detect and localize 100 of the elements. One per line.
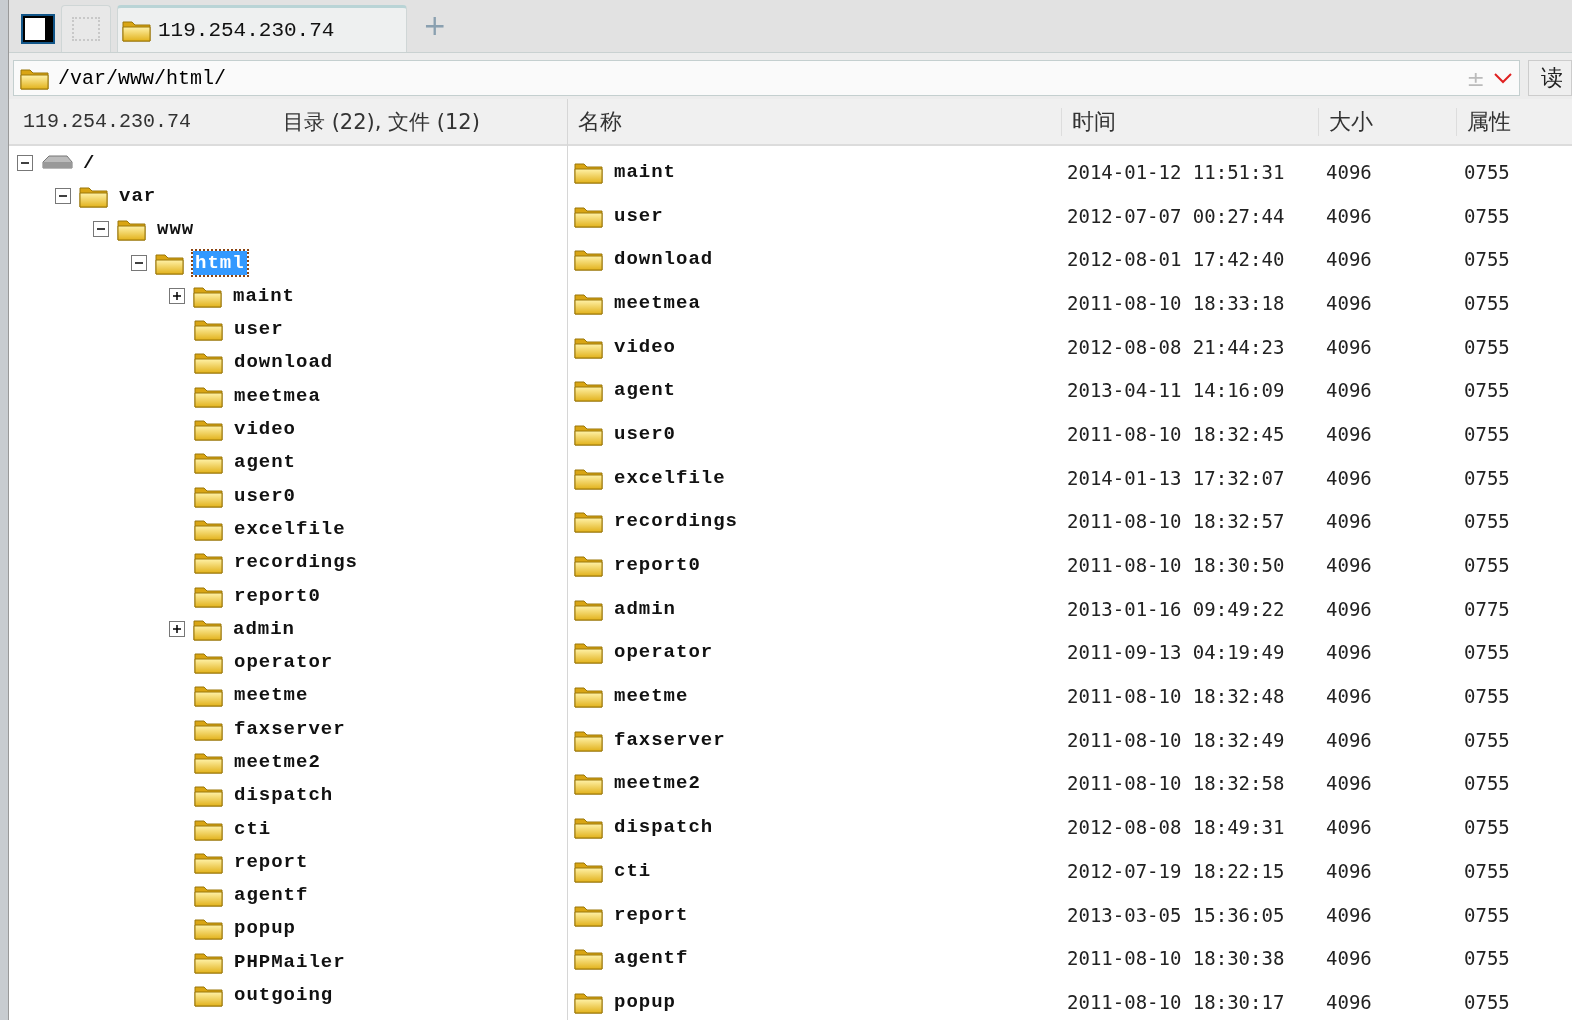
address-field[interactable]: /var/www/html/ ±	[13, 60, 1520, 96]
tree-item[interactable]: meetme	[232, 683, 311, 708]
tree-item[interactable]: PHPMailer	[232, 949, 348, 974]
collapse-toggle-icon[interactable]	[93, 221, 109, 238]
blank-page-icon	[72, 17, 100, 41]
table-cell: 2011-08-10 18:32:45	[1067, 422, 1285, 445]
collapse-toggle-icon[interactable]	[131, 254, 147, 271]
collapse-toggle-icon[interactable]	[17, 154, 33, 171]
table-cell: 0755	[1464, 859, 1510, 882]
column-header[interactable]: 时间	[1072, 106, 1116, 137]
tree-item[interactable]: user	[232, 317, 286, 342]
file-name[interactable]: meetme	[614, 685, 689, 708]
table-cell: 2012-08-08 18:49:31	[1067, 816, 1285, 839]
table-cell: 4096	[1326, 728, 1372, 751]
tree-item[interactable]: admin	[231, 616, 297, 641]
folder-icon	[117, 217, 147, 242]
tree-item[interactable]: agentf	[232, 883, 311, 908]
tree-item[interactable]: user0	[232, 483, 298, 508]
file-name[interactable]: admin	[614, 597, 676, 620]
column-header[interactable]: 属性	[1467, 106, 1511, 137]
table-cell: 4096	[1326, 335, 1372, 358]
table-cell: 4096	[1326, 903, 1372, 926]
table-cell: 4096	[1326, 597, 1372, 620]
file-name[interactable]: report	[614, 903, 689, 926]
tree-item[interactable]: recordings	[232, 550, 361, 575]
file-name[interactable]: recordings	[614, 510, 739, 533]
table-cell: 4096	[1326, 685, 1372, 708]
tree-item[interactable]: www	[155, 217, 197, 242]
table-cell: 0755	[1464, 510, 1510, 533]
expand-toggle-icon[interactable]	[169, 620, 185, 637]
folder-icon	[574, 378, 604, 403]
file-name[interactable]: meetmea	[614, 291, 701, 314]
file-name[interactable]: dispatch	[614, 816, 714, 839]
table-cell: 2012-07-19 18:22:15	[1067, 859, 1285, 882]
table-cell: 0755	[1464, 248, 1510, 271]
file-name[interactable]: agentf	[614, 947, 689, 970]
folder-icon	[574, 684, 604, 709]
table-cell: 0755	[1464, 903, 1510, 926]
table-cell: 0755	[1464, 990, 1510, 1013]
tree-item[interactable]: operator	[232, 650, 336, 675]
tree-item[interactable]: report0	[232, 583, 323, 608]
tree-item[interactable]: maint	[231, 283, 297, 308]
table-cell: 0755	[1464, 466, 1510, 489]
table-cell: 4096	[1326, 204, 1372, 227]
table-cell: 2014-01-13 17:32:07	[1067, 466, 1285, 489]
file-name[interactable]: video	[614, 335, 676, 358]
table-cell: 2011-08-10 18:30:17	[1067, 990, 1285, 1013]
tree-item[interactable]: dispatch	[232, 783, 336, 808]
file-name[interactable]: agent	[614, 379, 676, 402]
table-cell: 2012-08-01 17:42:40	[1067, 248, 1285, 271]
table-cell: 4096	[1326, 816, 1372, 839]
column-header[interactable]: 名称	[578, 106, 622, 137]
tree-item[interactable]: faxserver	[232, 716, 348, 741]
expand-toggle-icon[interactable]	[169, 287, 185, 304]
tree-item[interactable]: video	[232, 417, 298, 441]
file-name[interactable]: user0	[614, 422, 676, 445]
file-name[interactable]: faxserver	[614, 728, 726, 751]
file-name[interactable]: download	[614, 248, 714, 271]
file-name[interactable]: excelfile	[614, 466, 726, 489]
file-name[interactable]: meetme2	[614, 772, 701, 795]
folder-icon	[574, 946, 604, 971]
folder-icon	[574, 247, 604, 272]
tree-item[interactable]: outgoing	[232, 983, 336, 1008]
file-name[interactable]: user	[614, 204, 664, 227]
tree-item[interactable]: popup	[232, 916, 298, 941]
tree-item[interactable]: cti	[232, 816, 274, 841]
table-cell: 2011-08-10 18:32:49	[1067, 728, 1285, 751]
table-cell: 2011-08-10 18:32:58	[1067, 772, 1285, 795]
table-cell: 0755	[1464, 947, 1510, 970]
folder-icon	[194, 883, 224, 908]
item-count: 目录 (22), 文件 (12)	[283, 108, 480, 136]
table-cell: 2011-09-13 04:19:49	[1067, 641, 1285, 664]
tree-item[interactable]: report	[232, 849, 311, 874]
file-name[interactable]: report0	[614, 554, 701, 577]
table-cell: 2013-03-05 15:36:05	[1067, 903, 1285, 926]
folder-icon	[194, 350, 224, 375]
tree-item[interactable]: download	[232, 350, 336, 375]
tree-item[interactable]: /	[81, 150, 98, 175]
table-cell: 0755	[1464, 728, 1510, 751]
column-header[interactable]: 大小	[1329, 106, 1373, 137]
file-name[interactable]: cti	[614, 859, 652, 882]
table-cell: 4096	[1326, 859, 1372, 882]
tree-item[interactable]: meetmea	[232, 383, 323, 408]
tree-item[interactable]: meetme2	[232, 750, 323, 774]
read-button[interactable]: 读	[1528, 60, 1572, 96]
chevron-down-icon[interactable]	[1493, 72, 1513, 84]
file-name[interactable]: operator	[614, 641, 714, 664]
tree-item[interactable]: agent	[232, 450, 298, 475]
folder-icon	[194, 983, 224, 1008]
file-name[interactable]: popup	[614, 990, 676, 1013]
collapse-toggle-icon[interactable]	[55, 187, 71, 204]
panel-toggle-icon[interactable]	[21, 14, 55, 44]
tab[interactable]: 119.254.230.74	[117, 5, 407, 52]
table-cell: 2013-01-16 09:49:22	[1067, 597, 1285, 620]
table-cell: 2013-04-11 14:16:09	[1067, 379, 1285, 402]
folder-icon	[194, 750, 224, 774]
tree-item[interactable]: excelfile	[232, 516, 348, 541]
tree-item[interactable]: var	[117, 183, 159, 208]
folder-icon	[194, 650, 224, 675]
file-name[interactable]: maint	[614, 160, 676, 183]
